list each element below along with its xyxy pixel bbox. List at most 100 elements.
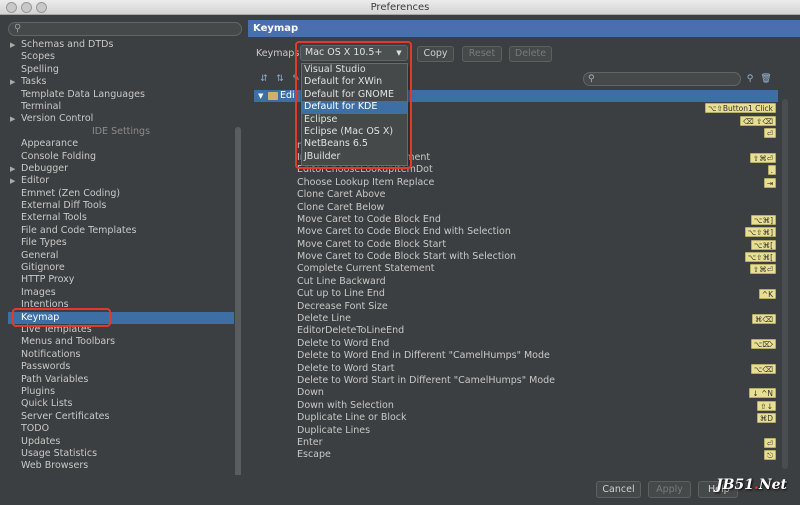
action-row[interactable]: EditorDeleteToLineEnd (254, 325, 778, 337)
sidebar-item-scopes[interactable]: Scopes (8, 51, 234, 63)
chevron-right-icon[interactable]: ▶ (10, 76, 15, 88)
sidebar-item-web-browsers[interactable]: Web Browsers (8, 460, 234, 472)
action-row[interactable]: Choose Lookup Item Replace ⇥ (254, 177, 778, 189)
sidebar-item-path-variables[interactable]: Path Variables (8, 374, 234, 386)
chevron-right-icon[interactable]: ▶ (10, 163, 15, 175)
action-row[interactable]: Clone Caret Below (254, 202, 778, 214)
action-row[interactable]: Enter ⏎ (254, 437, 778, 449)
actions-filter-input[interactable]: ⚲ (583, 72, 741, 86)
expand-all-icon[interactable]: ⇵ (258, 73, 270, 85)
sidebar-item-todo[interactable]: TODO (8, 423, 234, 435)
sidebar-item-external-diff-tools[interactable]: External Diff Tools (8, 200, 234, 212)
sidebar-item-updates[interactable]: Updates (8, 436, 234, 448)
action-row[interactable]: Delete Line ⌘⌫ (254, 313, 778, 325)
sidebar-item-label: Notifications (21, 348, 81, 360)
sidebar-item-label: Emmet (Zen Coding) (21, 187, 121, 199)
action-row[interactable]: Escape ⎋ (254, 449, 778, 461)
action-row[interactable]: Down with Selection ⇧↓ (254, 400, 778, 412)
action-label: Move Caret to Code Block End with Select… (297, 226, 511, 238)
action-row[interactable]: Move Caret to Code Block Start ⌥⌘[ (254, 239, 778, 251)
sidebar-item-debugger[interactable]: ▶ Debugger (8, 163, 234, 175)
sidebar-item-notifications[interactable]: Notifications (8, 349, 234, 361)
delete-button[interactable]: Delete (509, 46, 552, 62)
sidebar-item-label: HTTP Proxy (21, 274, 75, 286)
sidebar-item-appearance[interactable]: Appearance (8, 138, 234, 150)
dialog-footer: Cancel Apply Help JB51.Net (0, 475, 800, 505)
sidebar-item-file-and-code-templates[interactable]: File and Code Templates (8, 225, 234, 237)
sidebar-item-version-control[interactable]: ▶ Version Control (8, 113, 234, 125)
close-window-icon[interactable] (6, 2, 17, 13)
action-label: Delete to Word End (297, 337, 390, 349)
action-row[interactable]: Cut up to Line End ^K (254, 288, 778, 300)
keymaps-label: Keymaps (256, 48, 300, 59)
sidebar-item-external-tools[interactable]: External Tools (8, 212, 234, 224)
action-row[interactable]: Move Caret to Code Block Start with Sele… (254, 251, 778, 263)
sidebar-item-template-data-languages[interactable]: Template Data Languages (8, 89, 234, 101)
action-label: Cut Line Backward (297, 275, 386, 287)
highlight-box-keymap-item (12, 308, 111, 327)
sidebar-item-label: Gitignore (21, 262, 65, 274)
sidebar-item-menus-and-toolbars[interactable]: Menus and Toolbars (8, 336, 234, 348)
sidebar-item-label: Editor (21, 175, 50, 187)
sidebar-item-plugins[interactable]: Plugins (8, 386, 234, 398)
sidebar-item-editor[interactable]: ▶ Editor (8, 175, 234, 187)
action-label: Decrease Font Size (297, 300, 388, 312)
sidebar-item-general[interactable]: General (8, 250, 234, 262)
trash-icon[interactable]: 🗑 (760, 73, 772, 85)
sidebar-item-schemas-and-dtds[interactable]: ▶ Schemas and DTDs (8, 39, 234, 51)
action-row[interactable]: Complete Current Statement ⇧⌘⏎ (254, 263, 778, 275)
zoom-window-icon[interactable] (36, 2, 47, 13)
copy-button[interactable]: Copy (417, 46, 454, 62)
sidebar-item-passwords[interactable]: Passwords (8, 361, 234, 373)
action-row[interactable]: Move Caret to Code Block End with Select… (254, 226, 778, 238)
minimize-window-icon[interactable] (21, 2, 32, 13)
sidebar-item-server-certificates[interactable]: Server Certificates (8, 411, 234, 423)
action-row[interactable]: Delete to Word End in Different "CamelHu… (254, 350, 778, 362)
sidebar-item-label: Appearance (21, 138, 79, 150)
action-row[interactable]: Delete to Word Start ⌥⌫ (254, 363, 778, 375)
settings-search-input[interactable]: ⚲ (8, 22, 242, 36)
sidebar-item-spelling[interactable]: Spelling (8, 64, 234, 76)
chevron-right-icon[interactable]: ▶ (10, 39, 15, 51)
sidebar-item-console-folding[interactable]: Console Folding (8, 151, 234, 163)
action-row[interactable]: Clone Caret Above (254, 189, 778, 201)
chevron-right-icon[interactable]: ▶ (10, 113, 15, 125)
sidebar-item-label: Template Data Languages (21, 88, 145, 100)
action-row[interactable]: Duplicate Lines (254, 425, 778, 437)
sidebar-item-label: Server Certificates (21, 410, 110, 422)
find-shortcut-icon[interactable]: ⚲ (744, 73, 756, 85)
watermark-text: JB51 (716, 477, 754, 493)
sidebar-item-quick-lists[interactable]: Quick Lists (8, 398, 234, 410)
action-row[interactable]: Delete to Word End ⌥⌦ (254, 338, 778, 350)
settings-tree: ▶ Schemas and DTDs Scopes Spelling ▶ Tasks Tem… (8, 39, 234, 473)
action-row[interactable]: Duplicate Line or Block ⌘D (254, 412, 778, 424)
sidebar-item-file-types[interactable]: File Types (8, 237, 234, 249)
sidebar-item-label: Tasks (21, 76, 47, 88)
action-label: Enter (297, 436, 323, 448)
sidebar-item-terminal[interactable]: Terminal (8, 101, 234, 113)
action-row[interactable]: Decrease Font Size (254, 301, 778, 313)
action-label: Move Caret to Code Block End (297, 213, 441, 225)
action-row[interactable]: Cut Line Backward (254, 276, 778, 288)
sidebar-item-usage-statistics[interactable]: Usage Statistics (8, 448, 234, 460)
shortcut-badge: ⇧⌘⏎ (749, 152, 776, 163)
sidebar-item-tasks[interactable]: ▶ Tasks (8, 76, 234, 88)
chevron-right-icon[interactable]: ▶ (10, 175, 15, 187)
collapse-all-icon[interactable]: ⇅ (274, 73, 286, 85)
reset-button[interactable]: Reset (462, 46, 502, 62)
sidebar-scrollbar[interactable] (235, 127, 241, 483)
cancel-button[interactable]: Cancel (596, 481, 641, 498)
sidebar-item-label: Path Variables (21, 373, 89, 385)
sidebar-item-emmet-zen-coding[interactable]: Emmet (Zen Coding) (8, 188, 234, 200)
actions-scrollbar[interactable] (782, 99, 788, 469)
action-row[interactable]: Delete to Word Start in Different "Camel… (254, 375, 778, 387)
sidebar-item-http-proxy[interactable]: HTTP Proxy (8, 274, 234, 286)
sidebar-item-gitignore[interactable]: Gitignore (8, 262, 234, 274)
sidebar-item-label: Spelling (21, 63, 59, 75)
sidebar-item-images[interactable]: Images (8, 287, 234, 299)
apply-button[interactable]: Apply (648, 481, 691, 498)
shortcut-badge: ↓ ^N (749, 388, 776, 399)
action-row[interactable]: Move Caret to Code Block End ⌥⌘] (254, 214, 778, 226)
sidebar-item-label: Images (21, 286, 56, 298)
action-row[interactable]: Down ↓ ^N (254, 387, 778, 399)
